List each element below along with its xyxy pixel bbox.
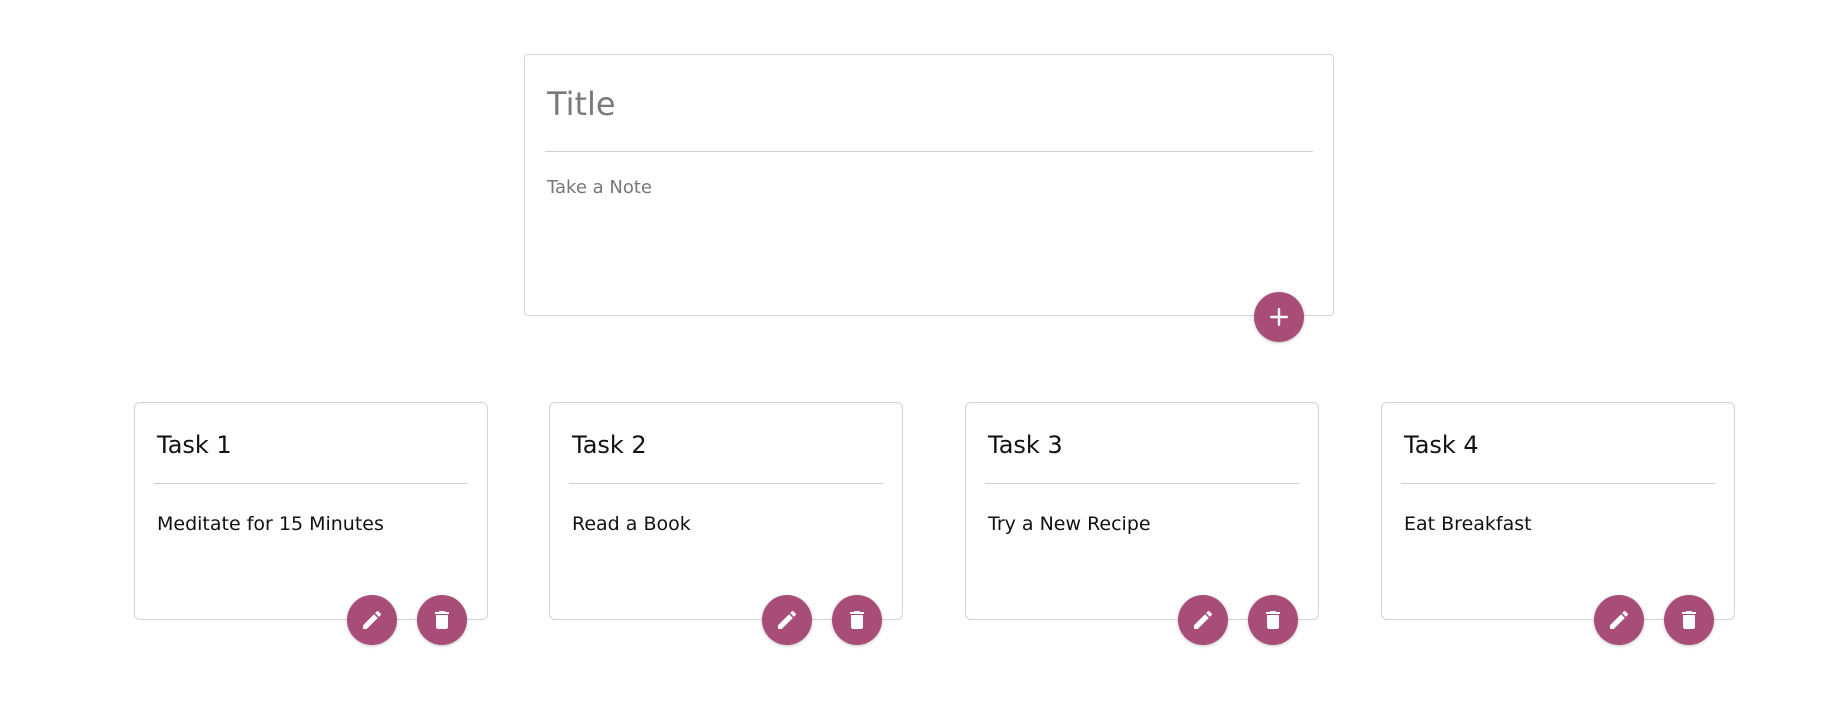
delete-note-button[interactable] [832,595,882,645]
pencil-icon [1194,610,1213,629]
delete-note-button[interactable] [417,595,467,645]
edit-note-button[interactable] [762,595,812,645]
note-card: Task 3 Try a New Recipe [965,402,1319,645]
note-card: Task 1 Meditate for 15 Minutes [134,402,488,645]
trash-icon [850,611,864,629]
note-content: Meditate for 15 Minutes [157,513,384,535]
note-divider [985,483,1299,484]
trash-icon [435,611,449,629]
note-content: Try a New Recipe [988,513,1151,535]
pencil-icon [363,610,382,629]
note-divider [1401,483,1715,484]
note-content: Eat Breakfast [1404,513,1532,535]
note-title: Task 1 [157,431,232,459]
pencil-icon [1610,610,1629,629]
note-content: Read a Book [572,513,691,535]
note-title: Task 3 [988,431,1063,459]
note-card: Task 2 Read a Book [549,402,903,645]
edit-note-button[interactable] [1178,595,1228,645]
note-title: Task 2 [572,431,647,459]
note-divider [569,483,883,484]
delete-note-button[interactable] [1664,595,1714,645]
edit-note-button[interactable] [1594,595,1644,645]
notes-list: Task 1 Meditate for 15 Minutes Task 2 Re… [0,0,1838,720]
delete-note-button[interactable] [1248,595,1298,645]
pencil-icon [778,610,797,629]
note-card: Task 4 Eat Breakfast [1381,402,1735,645]
note-title: Task 4 [1404,431,1479,459]
trash-icon [1682,611,1696,629]
note-divider [154,483,468,484]
trash-icon [1266,611,1280,629]
edit-note-button[interactable] [347,595,397,645]
